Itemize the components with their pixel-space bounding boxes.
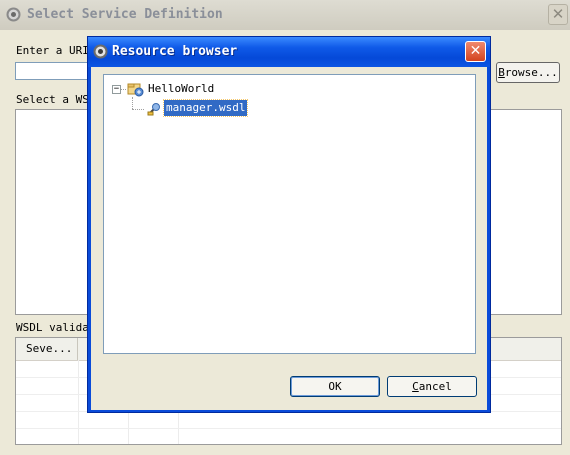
column-header-severity[interactable]: Seve... — [16, 338, 78, 360]
resource-tree[interactable]: − HelloWorld manager.wsdl — [103, 74, 476, 354]
window-title: Resource browser — [112, 44, 238, 59]
wsdl-file-icon — [147, 103, 160, 116]
browse-mnemonic: B — [498, 66, 505, 79]
project-icon — [127, 83, 144, 97]
title-bar: Select Service Definition ✕ — [0, 0, 570, 30]
collapse-icon[interactable]: − — [112, 85, 121, 94]
tree-connector — [132, 109, 144, 110]
browse-label-rest: rowse... — [504, 66, 558, 79]
window-title: Select Service Definition — [27, 7, 223, 22]
ok-button[interactable]: OK — [290, 376, 380, 397]
tree-connector — [132, 97, 133, 109]
resource-browser-dialog: Resource browser ✕ − HelloWorld manager.… — [87, 36, 491, 413]
cancel-mnemonic: C — [412, 380, 419, 393]
gear-icon — [93, 44, 108, 59]
uri-label: Enter a URI — [16, 44, 89, 57]
close-button[interactable]: ✕ — [548, 4, 568, 25]
tree-item-manager-wsdl[interactable]: manager.wsdl — [162, 99, 249, 117]
browse-button[interactable]: Browse... — [496, 62, 560, 83]
close-icon: ✕ — [551, 5, 565, 23]
close-button[interactable]: ✕ — [465, 41, 486, 62]
close-icon: ✕ — [469, 43, 482, 59]
validation-label: WSDL validat — [16, 321, 96, 334]
dialog-body: − HelloWorld manager.wsdl OK Cancel — [91, 67, 487, 410]
table-row — [16, 412, 561, 429]
tree-item-helloworld[interactable]: HelloWorld — [148, 82, 214, 95]
gear-icon — [6, 7, 21, 22]
wsdl-list-label: Select a WSD — [16, 93, 96, 106]
cancel-label-rest: ancel — [418, 380, 452, 393]
cancel-button[interactable]: Cancel — [387, 376, 477, 397]
table-row — [16, 429, 561, 444]
title-bar: Resource browser ✕ — [88, 37, 490, 67]
